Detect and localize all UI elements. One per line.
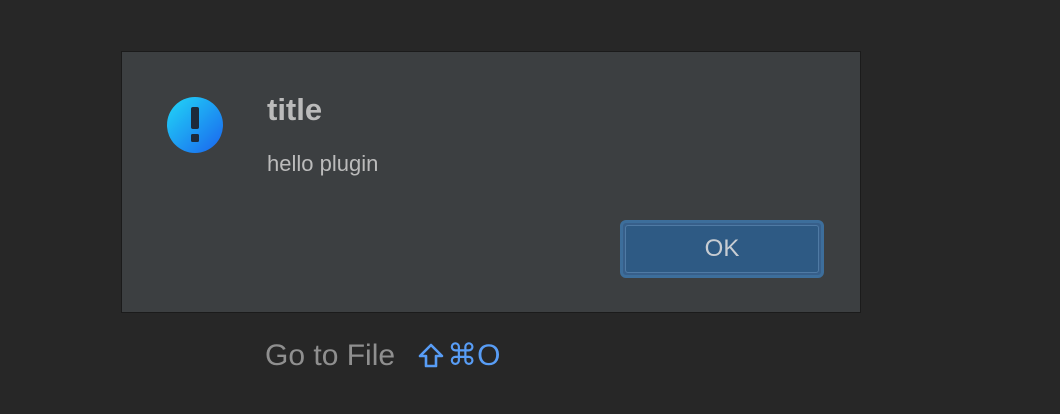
info-exclamation-icon [167, 97, 223, 153]
dialog-message: hello plugin [267, 151, 379, 176]
shift-icon [418, 343, 444, 367]
ok-button[interactable]: OK [620, 220, 824, 278]
dialog-title: title [267, 92, 323, 127]
shortcut-keys: ⌘O [447, 339, 501, 372]
ok-button-label: OK [625, 225, 819, 273]
go-to-file-hint: Go to File ⌘O [265, 338, 500, 373]
message-dialog: title hello plugin OK [121, 51, 861, 313]
hint-label: Go to File [265, 338, 396, 372]
hint-shortcut: ⌘O [417, 338, 500, 373]
